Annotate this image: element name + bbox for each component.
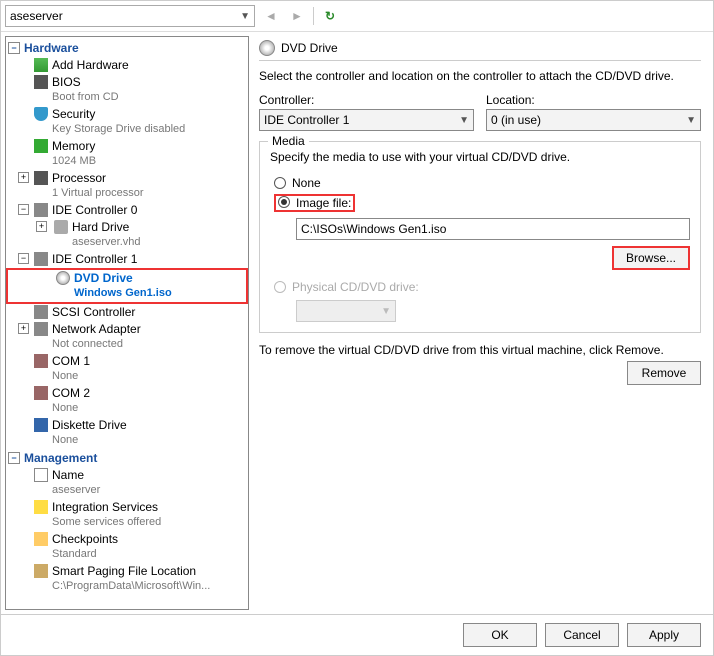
radio-icon xyxy=(274,177,286,189)
separator xyxy=(313,7,314,25)
tree-checkpoints[interactable]: CheckpointsStandard xyxy=(6,531,248,563)
radio-none[interactable]: None xyxy=(270,174,690,192)
tree-dvd-drive[interactable]: DVD DriveWindows Gen1.iso xyxy=(6,268,248,304)
image-path-input[interactable]: C:\ISOs\Windows Gen1.iso xyxy=(296,218,690,240)
detail-pane: DVD Drive Select the controller and loca… xyxy=(251,32,713,614)
tree-com1[interactable]: COM 1None xyxy=(6,353,248,385)
vm-selector[interactable]: aseserver ▼ xyxy=(5,5,255,27)
radio-icon xyxy=(278,196,290,208)
tree-integration[interactable]: Integration ServicesSome services offere… xyxy=(6,499,248,531)
hardware-section: − Hardware xyxy=(6,39,248,57)
pane-description: Select the controller and location on th… xyxy=(259,69,701,83)
tree-add-hardware[interactable]: Add Hardware xyxy=(6,57,248,74)
vm-selector-value: aseserver xyxy=(10,9,63,23)
tree-network[interactable]: +Network AdapterNot connected xyxy=(6,321,248,353)
physical-drive-select: ▼ xyxy=(296,300,396,322)
ok-button[interactable]: OK xyxy=(463,623,537,647)
location-select[interactable]: 0 (in use) ▼ xyxy=(486,109,701,131)
media-legend: Media xyxy=(268,134,309,148)
apply-button[interactable]: Apply xyxy=(627,623,701,647)
location-label: Location: xyxy=(486,93,701,107)
tree-hard-drive[interactable]: +Hard Driveaseserver.vhd xyxy=(6,219,248,251)
pane-title: DVD Drive xyxy=(259,40,701,61)
tree-scsi[interactable]: SCSI Controller xyxy=(6,304,248,321)
controller-select[interactable]: IDE Controller 1 ▼ xyxy=(259,109,474,131)
chevron-down-icon: ▼ xyxy=(381,306,391,317)
tree-memory[interactable]: Memory1024 MB xyxy=(6,138,248,170)
chevron-down-icon: ▼ xyxy=(240,11,250,22)
collapse-icon[interactable]: − xyxy=(18,204,29,215)
media-description: Specify the media to use with your virtu… xyxy=(270,150,690,164)
tree-bios[interactable]: BIOSBoot from CD xyxy=(6,74,248,106)
media-group: Media Specify the media to use with your… xyxy=(259,141,701,333)
toolbar: aseserver ▼ ◄ ► ↻ xyxy=(1,1,713,32)
collapse-icon[interactable]: − xyxy=(8,42,20,54)
dvd-icon xyxy=(259,40,275,56)
tree-processor[interactable]: +Processor1 Virtual processor xyxy=(6,170,248,202)
expand-icon[interactable]: + xyxy=(18,323,29,334)
forward-button[interactable]: ► xyxy=(287,6,307,26)
browse-button[interactable]: Browse... xyxy=(612,246,690,270)
back-button[interactable]: ◄ xyxy=(261,6,281,26)
tree-com2[interactable]: COM 2None xyxy=(6,385,248,417)
management-section: − Management xyxy=(6,449,248,467)
controller-label: Controller: xyxy=(259,93,474,107)
remove-description: To remove the virtual CD/DVD drive from … xyxy=(259,343,701,357)
collapse-icon[interactable]: − xyxy=(18,253,29,264)
tree-ide0[interactable]: −IDE Controller 0 xyxy=(6,202,248,219)
expand-icon[interactable]: + xyxy=(36,221,47,232)
dialog-footer: OK Cancel Apply xyxy=(1,614,713,655)
refresh-button[interactable]: ↻ xyxy=(320,6,340,26)
radio-physical: Physical CD/DVD drive: xyxy=(270,278,690,296)
tree-name[interactable]: Nameaseserver xyxy=(6,467,248,499)
chevron-down-icon: ▼ xyxy=(686,115,696,126)
radio-icon xyxy=(274,281,286,293)
cancel-button[interactable]: Cancel xyxy=(545,623,619,647)
chevron-down-icon: ▼ xyxy=(459,115,469,126)
tree-paging[interactable]: Smart Paging File LocationC:\ProgramData… xyxy=(6,563,248,595)
radio-image-file[interactable]: Image file: xyxy=(270,192,690,214)
tree-ide1[interactable]: −IDE Controller 1 xyxy=(6,251,248,268)
tree-diskette[interactable]: Diskette DriveNone xyxy=(6,417,248,449)
collapse-icon[interactable]: − xyxy=(8,452,20,464)
remove-button[interactable]: Remove xyxy=(627,361,701,385)
settings-tree: − Hardware Add Hardware BIOSBoot from CD… xyxy=(5,36,249,610)
expand-icon[interactable]: + xyxy=(18,172,29,183)
tree-security[interactable]: SecurityKey Storage Drive disabled xyxy=(6,106,248,138)
